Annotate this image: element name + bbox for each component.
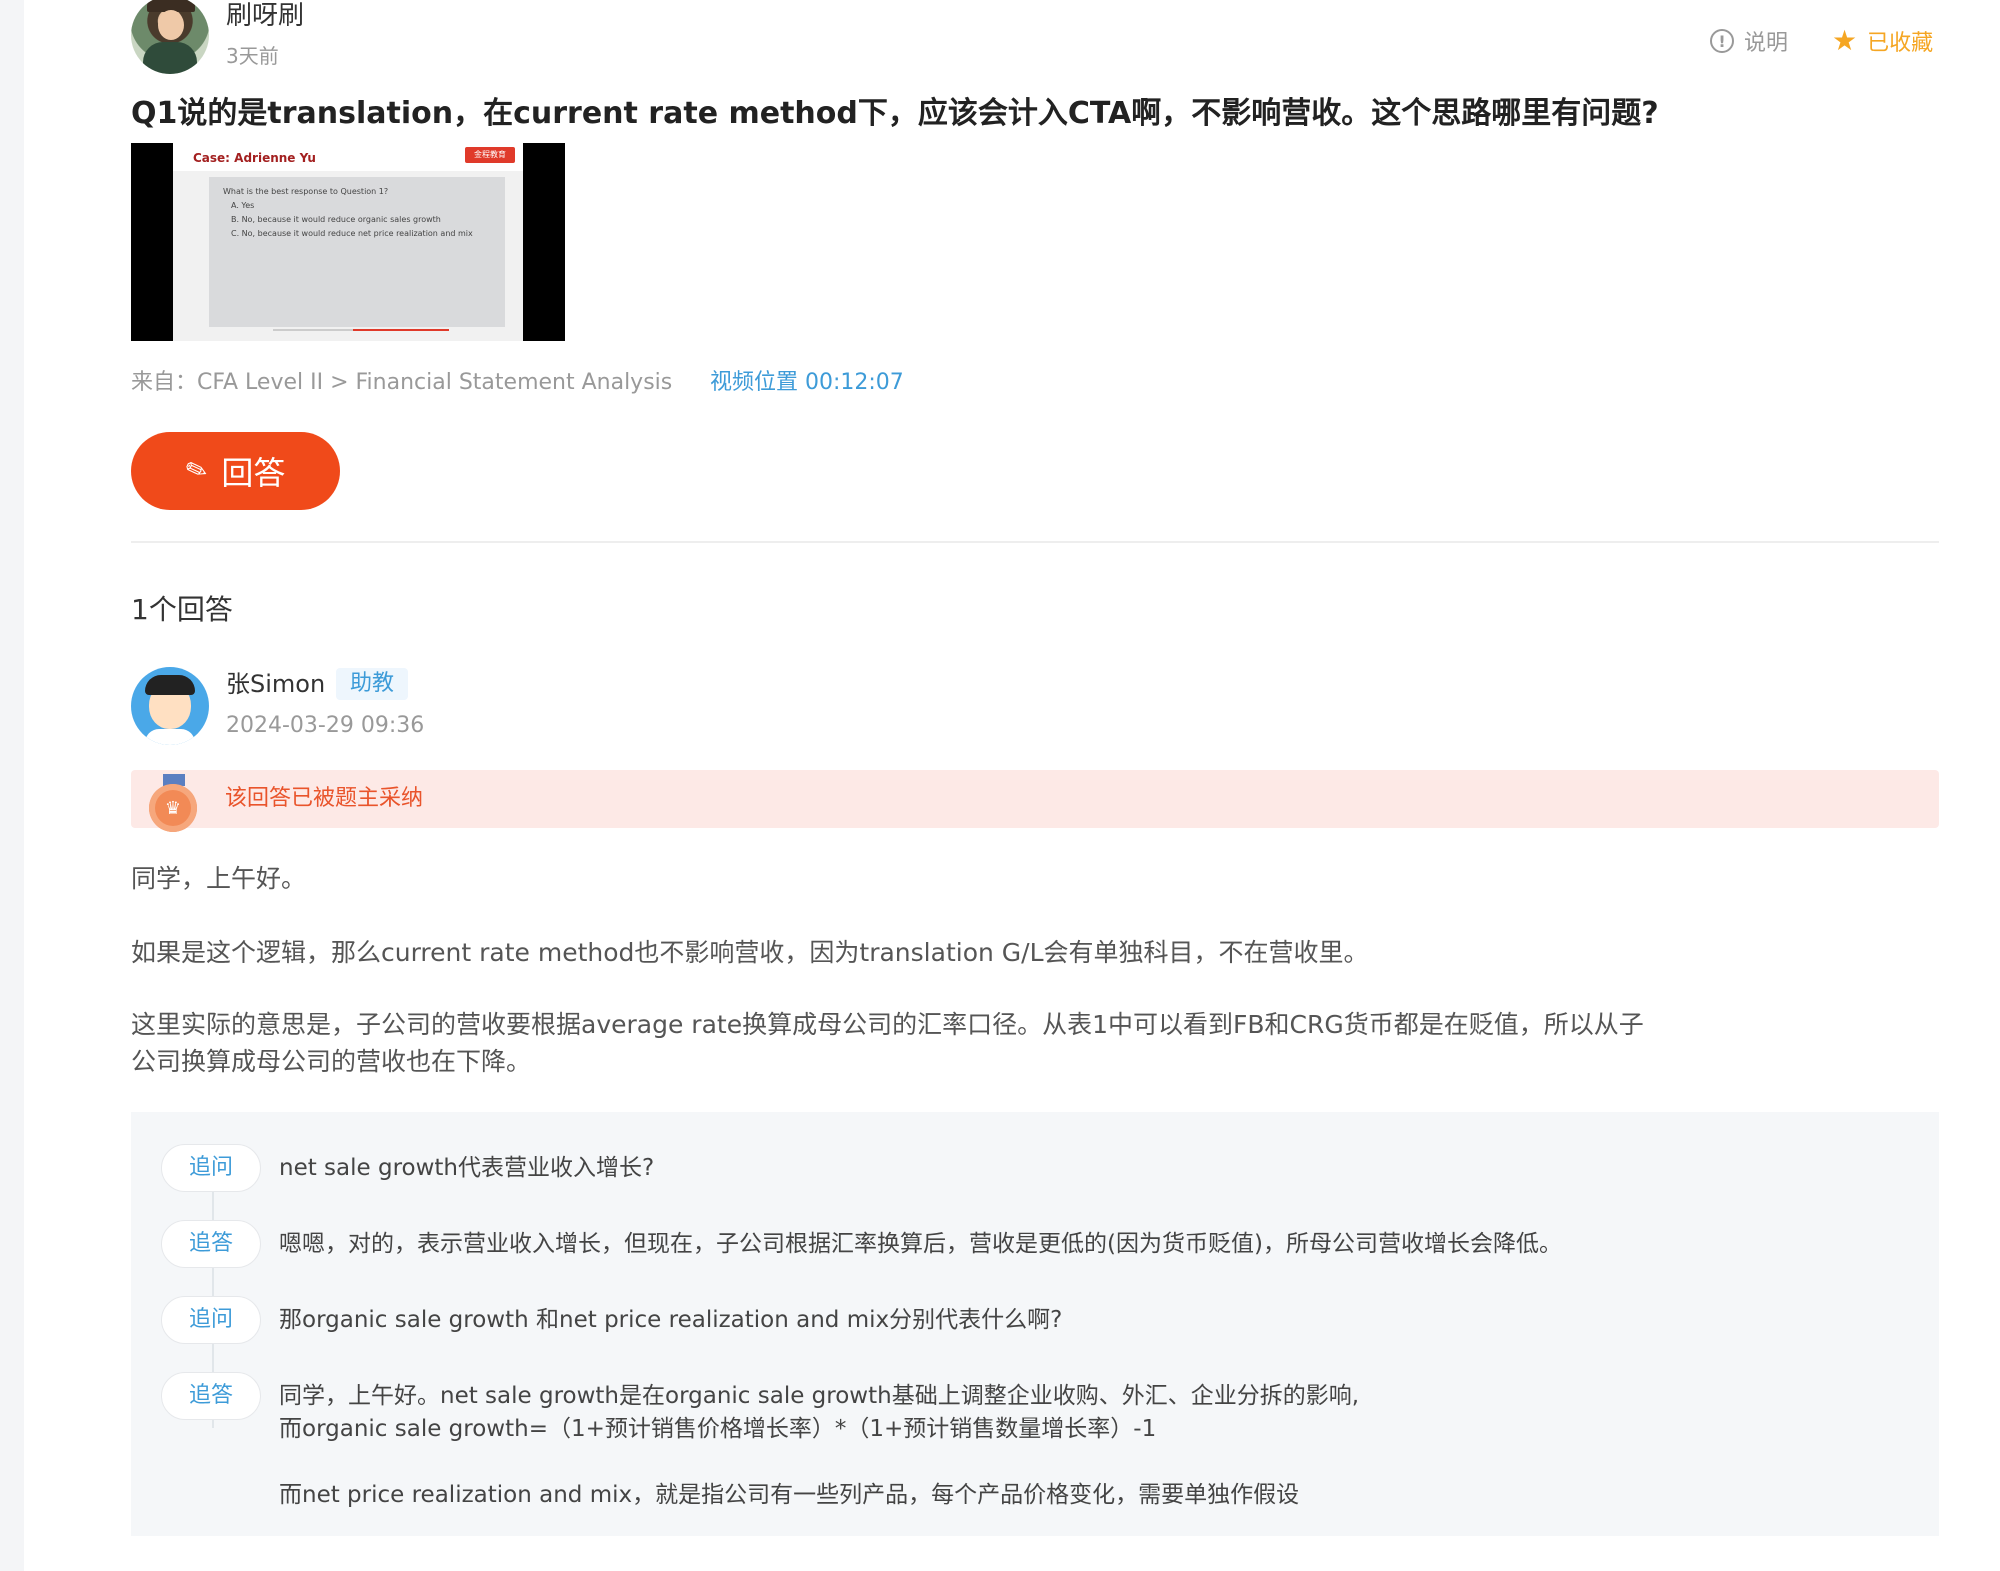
- followup-tag: 追问: [161, 1144, 261, 1192]
- answer-button[interactable]: ✎ 回答: [131, 432, 340, 510]
- answer-paragraph: 这里实际的意思是，子公司的营收要根据average rate换算成母公司的汇率口…: [131, 1010, 1644, 1039]
- asker-avatar[interactable]: [131, 0, 209, 74]
- followup-panel: 追问 net sale growth代表营业收入增长? 追答 嗯嗯，对的，表示营…: [131, 1112, 1939, 1536]
- asker-time: 3天前: [226, 44, 279, 68]
- explain-icon: !: [1710, 29, 1734, 53]
- answer-paragraph: 如果是这个逻辑，那么current rate method也不影响营收，因为tr…: [131, 938, 1369, 967]
- source-text: 来自：CFA Level II > Financial Statement An…: [131, 370, 673, 395]
- video-progress-bar: [273, 329, 449, 331]
- asker-name[interactable]: 刷呀刷: [226, 0, 304, 32]
- slide-image: Case: Adrienne Yu 金程教育 What is the best …: [173, 143, 523, 341]
- explain-label: 说明: [1744, 31, 1789, 56]
- star-icon: ★: [1832, 24, 1858, 57]
- medal-icon: ♛: [145, 774, 201, 832]
- followup-text: net sale growth代表营业收入增长?: [279, 1155, 655, 1181]
- slide-line: B. No, because it would reduce organic s…: [231, 215, 441, 224]
- question-card: 刷呀刷 3天前 ! 说明 ★ 已收藏 Q1说的是translation，在cur…: [24, 0, 2000, 1571]
- answer-time: 2024-03-29 09:36: [226, 713, 425, 738]
- favorite-label: 已收藏: [1867, 31, 1934, 56]
- followup-tag: 追答: [161, 1220, 261, 1268]
- followup-text: 同学，上午好。net sale growth是在organic sale gro…: [279, 1383, 1360, 1409]
- followup-tag: 追答: [161, 1372, 261, 1420]
- answerer-name[interactable]: 张Simon: [226, 668, 325, 700]
- pencil-icon: ✎: [181, 453, 212, 489]
- followup-text: 嗯嗯，对的，表示营业收入增长，但现在，子公司根据汇率换算后，营收是更低的(因为货…: [279, 1231, 1562, 1257]
- divider: [131, 541, 1939, 543]
- adopted-banner: ♛ 该回答已被题主采纳: [131, 770, 1939, 832]
- favorite-button[interactable]: ★ 已收藏: [1832, 24, 1934, 57]
- slide-title: Case: Adrienne Yu: [193, 151, 316, 165]
- followup-text: 而net price realization and mix，就是指公司有一些列…: [279, 1482, 1300, 1508]
- slide-line: C. No, because it would reduce net price…: [231, 229, 473, 238]
- followup-text: 那organic sale growth 和net price realizat…: [279, 1307, 1063, 1333]
- video-thumbnail[interactable]: Case: Adrienne Yu 金程教育 What is the best …: [131, 143, 565, 341]
- explain-button[interactable]: ! 说明: [1710, 26, 1788, 56]
- answerer-avatar[interactable]: [131, 667, 209, 745]
- slide-line: A. Yes: [231, 201, 255, 210]
- followup-tag: 追问: [161, 1296, 261, 1344]
- answer-paragraph: 同学，上午好。: [131, 864, 307, 893]
- role-badge: 助教: [336, 668, 409, 700]
- answers-count: 1个回答: [131, 593, 233, 626]
- adopted-text: 该回答已被题主采纳: [225, 786, 424, 811]
- question-title: Q1说的是translation，在current rate method下，应…: [131, 96, 1659, 131]
- slide-line: What is the best response to Question 1?: [223, 187, 389, 196]
- answer-button-label: 回答: [221, 454, 286, 492]
- answer-paragraph: 公司换算成母公司的营收也在下降。: [131, 1047, 532, 1076]
- followup-text: 而organic sale growth=（1+预计销售价格增长率）*（1+预计…: [279, 1416, 1157, 1442]
- video-position-link[interactable]: 视频位置 00:12:07: [710, 368, 904, 398]
- slide-logo: 金程教育: [465, 147, 515, 163]
